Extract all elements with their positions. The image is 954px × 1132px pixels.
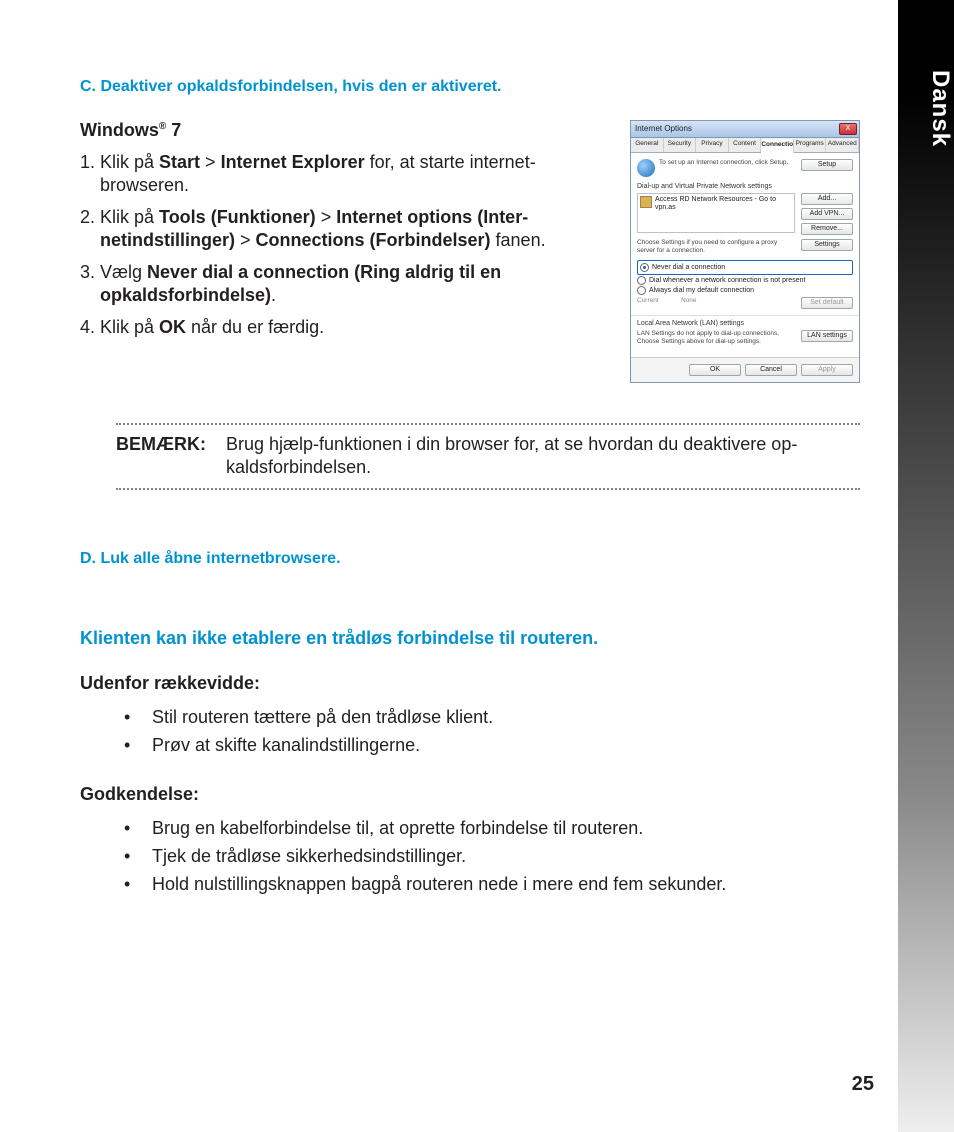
radio-always-dial[interactable]: Always dial my default connection bbox=[637, 286, 853, 295]
instruction-list: Klik på Start > Internet Explorer for, a… bbox=[100, 151, 614, 339]
step-2: Klik på Tools (Funktioner) > Internet op… bbox=[100, 206, 614, 251]
dialup-group-title: Dial-up and Virtual Private Network sett… bbox=[637, 183, 853, 191]
t: . bbox=[271, 285, 276, 305]
apply-button: Apply bbox=[801, 364, 853, 376]
label: Always dial my default connection bbox=[649, 287, 754, 295]
setup-text: To set up an Internet connection, click … bbox=[659, 159, 797, 166]
never-dial-highlight: Never dial a connection bbox=[637, 260, 853, 275]
note-label: BEMÆRK: bbox=[116, 433, 226, 478]
radio-off-icon bbox=[637, 286, 646, 295]
list-item: Brug en kabelforbindelse til, at oprette… bbox=[128, 815, 860, 843]
b: Start bbox=[159, 152, 200, 172]
radio-never-dial[interactable]: Never dial a connection bbox=[640, 263, 850, 272]
t: Vælg bbox=[100, 262, 147, 282]
setup-button[interactable]: Setup bbox=[801, 159, 853, 171]
dialog-titlebar[interactable]: Internet Options X bbox=[631, 121, 859, 138]
b: OK bbox=[159, 317, 186, 337]
note-body: Brug hjælp-funktionen i din browser for,… bbox=[226, 433, 860, 478]
tab-privacy[interactable]: Privacy bbox=[696, 138, 729, 152]
section-d-heading: D. Luk alle åbne internetbrowsere. bbox=[80, 550, 860, 568]
internet-options-dialog: Internet Options X General Security Priv… bbox=[630, 120, 860, 383]
section-c-heading: C. Deaktiver opkaldsforbindelsen, hvis d… bbox=[80, 78, 860, 96]
connection-item[interactable]: Access RD Network Resources - Go to vpn.… bbox=[655, 196, 792, 212]
add-vpn-button[interactable]: Add VPN... bbox=[801, 208, 853, 220]
radio-on-icon bbox=[640, 263, 649, 272]
radio-dial-whenever[interactable]: Dial whenever a network connection is no… bbox=[637, 276, 853, 285]
t: fanen. bbox=[491, 230, 546, 250]
b: Never dial a connection (Ring aldrig til… bbox=[100, 262, 501, 305]
tab-advanced[interactable]: Advanced bbox=[826, 138, 859, 152]
globe-icon bbox=[637, 159, 655, 177]
lan-text: LAN Settings do not apply to dial-up con… bbox=[637, 330, 797, 345]
t: > bbox=[235, 230, 256, 250]
list-item: Hold nulstillingsknappen bagpå routeren … bbox=[128, 871, 860, 899]
t: Klik på bbox=[100, 317, 159, 337]
t: > bbox=[316, 207, 337, 227]
authentication-list: Brug en kabelforbindelse til, at oprette… bbox=[128, 815, 860, 899]
connection-icon bbox=[640, 196, 652, 208]
language-label: Dansk bbox=[898, 70, 954, 147]
b: Internet Explorer bbox=[221, 152, 365, 172]
authentication-heading: Godkendelse: bbox=[80, 784, 860, 805]
step-4: Klik på OK når du er færdig. bbox=[100, 316, 614, 339]
list-item: Prøv at skifte kanalindstillingerne. bbox=[128, 732, 860, 760]
step-3: Vælg Never dial a connection (Ring aldri… bbox=[100, 261, 614, 306]
tab-content[interactable]: Content bbox=[729, 138, 762, 152]
t: når du er færdig. bbox=[186, 317, 324, 337]
note-box: BEMÆRK: Brug hjælp-funktionen i din brow… bbox=[116, 423, 860, 490]
client-wireless-heading: Klienten kan ikke etablere en trådløs fo… bbox=[80, 628, 860, 649]
step-1: Klik på Start > Internet Explorer for, a… bbox=[100, 151, 614, 196]
settings-button[interactable]: Settings bbox=[801, 239, 853, 251]
out-of-range-heading: Udenfor rækkevidde: bbox=[80, 673, 860, 694]
ok-button[interactable]: OK bbox=[689, 364, 741, 376]
b: Connections (Forbindelser) bbox=[256, 230, 491, 250]
lan-group-title: Local Area Network (LAN) settings bbox=[637, 320, 853, 328]
t: Klik på bbox=[100, 152, 159, 172]
set-default-button: Set default bbox=[801, 297, 853, 309]
b: Tools (Funktioner) bbox=[159, 207, 316, 227]
label: Never dial a connection bbox=[652, 264, 725, 272]
remove-button[interactable]: Remove... bbox=[801, 223, 853, 235]
tab-general[interactable]: General bbox=[631, 138, 664, 152]
tab-programs[interactable]: Programs bbox=[794, 138, 827, 152]
cancel-button[interactable]: Cancel bbox=[745, 364, 797, 376]
windows7-heading: Windows® 7 bbox=[80, 120, 614, 141]
t: > bbox=[200, 152, 221, 172]
tab-connections[interactable]: Connections bbox=[761, 139, 794, 153]
label: Dial whenever a network connection is no… bbox=[649, 277, 805, 285]
dialog-tabs: General Security Privacy Content Connect… bbox=[631, 138, 859, 153]
current-value: None bbox=[681, 297, 797, 304]
list-item: Tjek de trådløse sikkerhedsindstillinger… bbox=[128, 843, 860, 871]
tab-security[interactable]: Security bbox=[664, 138, 697, 152]
add-button[interactable]: Add... bbox=[801, 193, 853, 205]
out-of-range-list: Stil routeren tættere på den trådløse kl… bbox=[128, 704, 860, 760]
close-icon[interactable]: X bbox=[839, 123, 857, 135]
list-item: Stil routeren tættere på den trådløse kl… bbox=[128, 704, 860, 732]
proxy-text: Choose Settings if you need to configure… bbox=[637, 239, 797, 254]
t: Klik på bbox=[100, 207, 159, 227]
connections-listbox[interactable]: Access RD Network Resources - Go to vpn.… bbox=[637, 193, 795, 233]
page-number: 25 bbox=[852, 1073, 874, 1096]
lan-settings-button[interactable]: LAN settings bbox=[801, 330, 853, 342]
current-label: Current bbox=[637, 297, 677, 304]
radio-off-icon bbox=[637, 276, 646, 285]
language-side-band: Dansk bbox=[898, 0, 954, 1132]
page-content: C. Deaktiver opkaldsforbindelsen, hvis d… bbox=[80, 78, 860, 899]
dialog-title: Internet Options bbox=[633, 124, 692, 133]
